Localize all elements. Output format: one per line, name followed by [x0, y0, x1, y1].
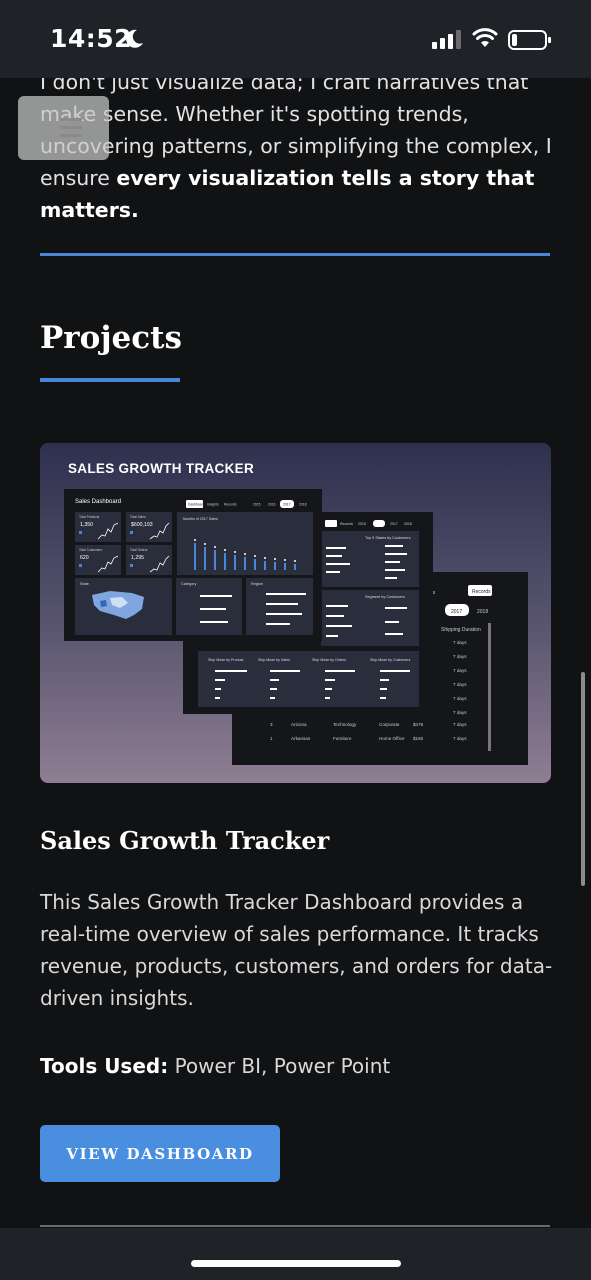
svg-text:7 days: 7 days	[453, 696, 467, 701]
home-bar-area	[0, 1228, 591, 1280]
battery-icon	[508, 30, 551, 50]
thumb-row-state: Arizona	[291, 722, 307, 727]
thumb-row-id: 1	[270, 736, 273, 741]
svg-text:2017: 2017	[390, 522, 398, 526]
section-divider	[40, 253, 550, 256]
scrollbar[interactable]	[581, 672, 585, 886]
thumb-row-sales: $476	[413, 722, 424, 727]
thumb-shipmode-orders: Ship Mode by Orders	[312, 658, 346, 662]
thumb-segment-customers: Segment by Customers	[365, 595, 405, 599]
svg-text:Records: Records	[224, 503, 237, 507]
thumb-year-2015: 2015	[253, 503, 261, 507]
tools-value: Power BI, Power Point	[168, 1054, 391, 1078]
thumb-year-2016: 2016	[268, 503, 276, 507]
thumb-shipmode-sales: Ship Mode by Sales	[258, 658, 290, 662]
thumb-tab-dashboard: Dashboard	[188, 503, 205, 507]
view-dashboard-button[interactable]: VIEW DASHBOARD	[40, 1125, 280, 1182]
thumb-tab-records: Records	[472, 589, 491, 595]
svg-text:7 days: 7 days	[453, 682, 467, 687]
thumb-row-duration: 7 days	[453, 722, 467, 727]
thumb-row-id: 3	[270, 722, 273, 727]
svg-text:7 days: 7 days	[453, 668, 467, 673]
section-underline	[40, 378, 180, 382]
thumb-row-segment: Home Office	[379, 736, 405, 741]
status-time: 14:52	[50, 24, 133, 53]
home-indicator[interactable]	[191, 1260, 401, 1267]
thumb-row-segment: Corporate	[379, 722, 400, 727]
thumb-row-category: Technology	[333, 722, 357, 727]
thumb-kpi-value: 620	[80, 555, 89, 561]
svg-text:Records: Records	[340, 522, 353, 526]
thumb-shipmode-product: Ship Mode by Product	[208, 658, 243, 662]
thumb-state-label: State	[80, 582, 89, 586]
svg-text:Insights: Insights	[207, 503, 219, 507]
dashboard-preview-image: Insights Records 2017 2018 Shipping Dura…	[64, 489, 528, 765]
thumb-kpi-value: $600,193	[131, 522, 153, 528]
thumb-kpi-label: Total Orders	[130, 548, 148, 552]
moon-icon	[126, 29, 143, 48]
thumb-region-label: Region	[251, 582, 263, 586]
thumb-kpi-label: Total Customers	[79, 548, 102, 552]
thumb-shipmode-customers: Ship Mode by Customers	[370, 658, 411, 662]
svg-text:7 days: 7 days	[453, 640, 467, 645]
svg-text:2018: 2018	[299, 503, 307, 507]
menu-icon-line	[60, 126, 82, 129]
tools-label: Tools Used:	[40, 1054, 169, 1078]
wifi-icon	[472, 28, 498, 47]
menu-icon-line	[60, 118, 82, 121]
menu-button[interactable]	[18, 96, 109, 160]
thumb-panel-title: Sales Dashboard	[75, 499, 121, 505]
thumb-year-2018: 2018	[477, 609, 488, 615]
thumb-top5-states: Top 5 States by Customers	[365, 536, 411, 540]
svg-text:2018: 2018	[404, 522, 412, 526]
svg-text:2017: 2017	[283, 503, 291, 507]
tools-used: Tools Used: Power BI, Power Point	[40, 1054, 390, 1078]
intro-paragraph: I don't just visualize data; I craft nar…	[40, 66, 555, 226]
status-bar: 14:52	[0, 0, 591, 78]
thumb-row-category: Furniture	[333, 736, 352, 741]
signal-icon	[432, 30, 461, 49]
thumb-shipping-duration: Shipping Duration	[441, 627, 481, 633]
thumb-kpi-value: 1,295	[131, 555, 144, 561]
thumb-year-2017: 2017	[451, 609, 462, 615]
thumb-row-duration: 7 days	[453, 736, 467, 741]
project-description: This Sales Growth Tracker Dashboard prov…	[40, 890, 553, 1010]
section-divider-bottom	[40, 1225, 550, 1227]
thumb-chart-label: Months of 2017 Sales	[183, 517, 218, 521]
svg-text:7 days: 7 days	[453, 710, 467, 715]
thumb-category-label: Category	[181, 582, 197, 586]
project-thumbnail[interactable]: SALES GROWTH TRACKER Insights Records 20…	[40, 443, 551, 783]
project-title: Sales Growth Tracker	[40, 826, 330, 855]
section-title: Projects	[40, 320, 182, 356]
svg-text:7 days: 7 days	[453, 654, 467, 659]
thumb-kpi-label: Total Products	[79, 515, 100, 519]
thumb-row-sales: $160	[413, 736, 424, 741]
menu-icon-line	[60, 134, 82, 137]
thumb-kpi-label: Total Sales	[130, 515, 146, 519]
thumb-kpi-value: 1,350	[80, 522, 93, 528]
thumb-row-state: Arkansas	[291, 736, 311, 741]
svg-text:2015: 2015	[358, 522, 366, 526]
